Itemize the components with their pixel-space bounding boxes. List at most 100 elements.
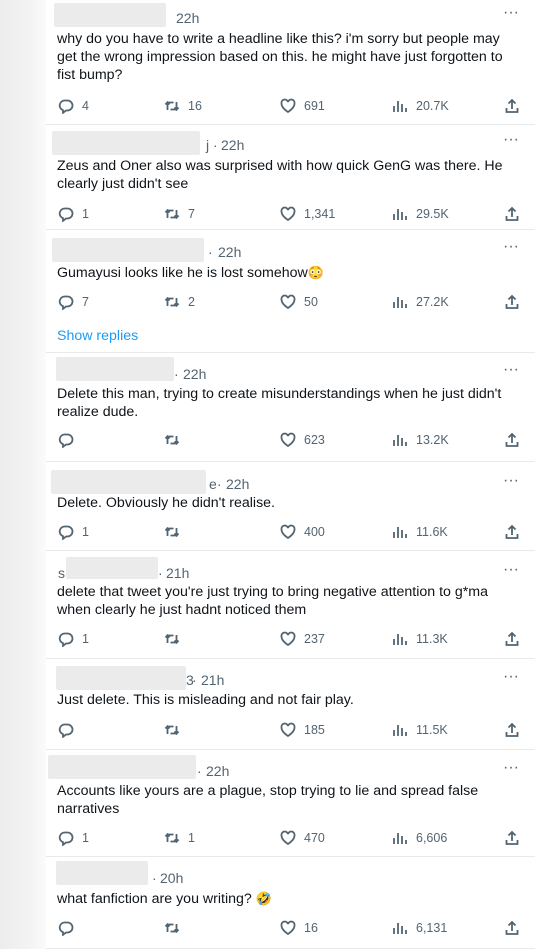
reply-tweet[interactable]: · 20h what fanfiction are you writing? 🤣… — [46, 857, 535, 949]
reply-button[interactable]: 4 — [58, 96, 89, 116]
like-button[interactable]: 691 — [280, 96, 325, 116]
views-button[interactable]: 11.6K — [392, 522, 448, 542]
more-icon[interactable]: ··· — [503, 760, 519, 776]
reply-button[interactable] — [58, 720, 82, 740]
heart-icon — [280, 294, 296, 310]
views-button[interactable]: 20.7K — [392, 96, 449, 116]
reply-button[interactable]: 7 — [58, 292, 89, 312]
share-icon — [505, 722, 519, 737]
share-button[interactable] — [504, 204, 520, 224]
more-icon[interactable]: ··· — [503, 132, 519, 148]
retweet-button[interactable] — [164, 430, 188, 450]
retweet-button[interactable] — [164, 629, 188, 649]
heart-icon — [280, 631, 296, 647]
reply-button[interactable]: 1 — [58, 522, 89, 542]
reply-count: 1 — [82, 632, 89, 646]
share-button[interactable] — [504, 918, 520, 938]
like-button[interactable]: 1,341 — [280, 204, 335, 224]
retweet-count: 1 — [188, 831, 195, 845]
views-button[interactable]: 11.3K — [392, 629, 448, 649]
share-icon — [505, 524, 519, 539]
reply-button[interactable]: 1 — [58, 204, 89, 224]
reply-tweet[interactable]: 22h ··· why do you have to write a headl… — [46, 0, 535, 125]
like-button[interactable]: 50 — [280, 292, 318, 312]
share-button[interactable] — [504, 828, 520, 848]
more-icon[interactable]: ··· — [503, 562, 519, 578]
timestamp: · — [174, 366, 179, 382]
view-count: 6,131 — [416, 921, 448, 935]
share-button[interactable] — [504, 629, 520, 649]
more-icon[interactable]: ··· — [503, 362, 519, 378]
views-button[interactable]: 27.2K — [392, 292, 449, 312]
reply-tweet[interactable]: · 22h ··· Delete this man, trying to cre… — [46, 353, 535, 462]
heart-icon — [280, 98, 296, 114]
views-icon — [393, 923, 407, 934]
share-button[interactable] — [504, 522, 520, 542]
redacted-username — [56, 666, 186, 690]
retweet-icon — [164, 100, 180, 112]
timestamp: 22h — [226, 476, 250, 492]
share-icon — [505, 830, 519, 845]
reply-tweet[interactable]: 3 · 21h ··· Just delete. This is mislead… — [46, 659, 535, 750]
redacted-username — [56, 861, 148, 885]
tweet-text: Delete this man, trying to create misund… — [57, 386, 502, 420]
redacted-username — [56, 357, 174, 381]
like-button[interactable]: 237 — [280, 629, 325, 649]
share-button[interactable] — [504, 720, 520, 740]
reply-button[interactable]: 1 — [58, 629, 89, 649]
share-button[interactable] — [504, 292, 520, 312]
like-button[interactable]: 470 — [280, 828, 325, 848]
views-button[interactable]: 13.2K — [392, 430, 449, 450]
timestamp: · — [217, 476, 222, 492]
views-button[interactable]: 29.5K — [392, 204, 449, 224]
reply-tweet[interactable]: s · 21h ··· delete that tweet you're jus… — [46, 551, 535, 659]
retweet-button[interactable]: 7 — [164, 204, 195, 224]
retweet-icon — [164, 296, 180, 308]
more-icon[interactable]: ··· — [503, 239, 519, 255]
like-count: 400 — [304, 525, 325, 539]
like-button[interactable]: 16 — [280, 918, 318, 938]
more-icon[interactable]: ··· — [503, 669, 519, 685]
view-count: 20.7K — [416, 99, 449, 113]
view-count: 11.6K — [416, 525, 448, 539]
retweet-icon — [164, 434, 180, 446]
share-button[interactable] — [504, 430, 520, 450]
reply-button[interactable] — [58, 430, 82, 450]
retweet-button[interactable]: 2 — [164, 292, 195, 312]
views-button[interactable]: 6,606 — [392, 828, 447, 848]
show-replies-link[interactable]: Show replies — [57, 328, 138, 344]
reply-icon — [58, 207, 74, 222]
share-button[interactable] — [504, 96, 520, 116]
reply-tweet[interactable]: j · 22h ··· Zeus and Oner also was surpr… — [46, 125, 535, 230]
reply-tweet[interactable]: · 22h ··· Accounts like yours are a plag… — [46, 750, 535, 857]
retweet-button[interactable]: 1 — [164, 828, 195, 848]
more-icon[interactable]: ··· — [503, 5, 519, 21]
timestamp: 21h — [201, 672, 225, 688]
reply-tweet[interactable]: e · 22h ··· Delete. Obviously he didn't … — [46, 462, 535, 551]
more-icon[interactable]: ··· — [503, 473, 519, 489]
reply-icon — [58, 831, 74, 846]
like-button[interactable]: 400 — [280, 522, 325, 542]
retweet-button[interactable] — [164, 522, 188, 542]
reply-button[interactable] — [58, 918, 82, 938]
reply-icon — [58, 433, 74, 448]
tweet-text: Delete. Obviously he didn't realise. — [57, 495, 276, 511]
reply-icon — [58, 99, 74, 114]
like-button[interactable]: 623 — [280, 430, 325, 450]
action-bar: 7 2 50 27.2K — [46, 292, 535, 312]
reply-button[interactable]: 1 — [58, 828, 89, 848]
like-count: 50 — [304, 295, 318, 309]
retweet-button[interactable]: 16 — [164, 96, 202, 116]
retweet-icon — [164, 724, 180, 736]
views-button[interactable]: 11.5K — [392, 720, 448, 740]
reply-tweet[interactable]: · 22h ··· Gumayusi looks like he is lost… — [46, 230, 535, 318]
action-bar: 1 237 11.3K — [46, 629, 535, 649]
tweet-text-content: Gumayusi looks like he is lost somehow — [57, 265, 308, 281]
retweet-button[interactable] — [164, 720, 188, 740]
tweet-text: Zeus and Oner also was surprised with ho… — [57, 158, 503, 192]
views-button[interactable]: 6,131 — [392, 918, 447, 938]
views-icon — [393, 101, 407, 112]
views-icon — [393, 527, 407, 538]
like-button[interactable]: 185 — [280, 720, 325, 740]
retweet-button[interactable] — [164, 918, 188, 938]
